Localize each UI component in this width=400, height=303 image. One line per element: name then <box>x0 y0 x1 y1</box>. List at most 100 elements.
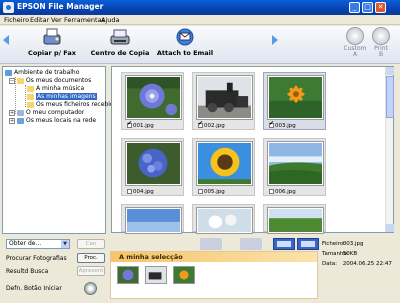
selection-thumb-003[interactable] <box>173 266 195 284</box>
tree-item-my-music[interactable]: A minha música <box>27 85 84 93</box>
file-size-value: 50KB <box>342 251 358 257</box>
selection-thumb-001[interactable] <box>117 266 139 284</box>
file-info: Ficheiro: 003.jpg Tamanho: 50KB Data: 20… <box>322 241 392 267</box>
photo-hydrangea <box>125 141 182 186</box>
my-selection-header: A minha selecção <box>111 252 317 262</box>
search-photos-label: Procurar Fotografias <box>6 255 67 262</box>
photo-white-flowers <box>196 207 253 234</box>
start-button-settings-label: Defn. Botão Iniciar <box>6 285 62 292</box>
thumbnail-card[interactable] <box>263 204 326 234</box>
menu-editar[interactable]: Editar <box>30 16 49 24</box>
rotate-icon[interactable] <box>200 238 222 250</box>
pictures-folder-icon <box>27 93 34 100</box>
thumbnail-card[interactable] <box>192 204 255 234</box>
start-button-icon[interactable] <box>84 282 97 295</box>
custom-a-label-2: A <box>352 51 358 58</box>
copy-center-label: Centro de Copia <box>90 49 150 57</box>
menu-ferramentas[interactable]: Ferramentas <box>64 16 105 24</box>
tree-item-my-pictures[interactable]: As minhas imagens <box>27 93 97 101</box>
tree-item-desktop[interactable]: Ambiente de trabalho <box>5 69 79 77</box>
select-checkbox[interactable] <box>198 121 203 128</box>
thumbnail-card[interactable]: 001.jpg <box>121 72 184 130</box>
photo-meadow <box>267 141 324 186</box>
toolbar: Copiar p/ Fax Centro de Copia Attach to … <box>0 26 400 64</box>
slideshow-icon[interactable] <box>297 238 319 250</box>
my-selection-panel[interactable]: A minha selecção <box>110 251 318 299</box>
tree-item-received-files[interactable]: Os meus ficheiros recebidos <box>27 101 121 109</box>
thumbnail-card[interactable]: 005.jpg <box>192 138 255 196</box>
print-b-icon <box>372 27 390 45</box>
expand-icon[interactable]: + <box>9 117 15 124</box>
photo-steam-train <box>196 75 253 120</box>
maximize-button[interactable]: □ <box>362 2 373 13</box>
thumbnail-card[interactable]: 004.jpg <box>121 138 184 196</box>
photo-grass <box>267 207 324 234</box>
thumbnail-scrollbar[interactable] <box>385 67 394 232</box>
tree-item-my-documents[interactable]: − Os meus documentos <box>9 77 91 85</box>
thumbnail-filename: 004.jpg <box>133 189 154 195</box>
scroll-down-icon[interactable] <box>386 224 394 232</box>
thumbnail-grid[interactable]: 001.jpg 002.jpg 003.jpg 004.jpg 005.jpg … <box>111 66 394 234</box>
menu-ajuda[interactable]: Ajuda <box>101 16 119 24</box>
select-checkbox[interactable] <box>269 121 274 128</box>
select-checkbox[interactable] <box>198 189 203 194</box>
collapse-icon[interactable]: − <box>9 77 15 84</box>
app-icon <box>3 2 14 13</box>
thumbnail-filename: 001.jpg <box>133 123 154 129</box>
fax-copy-icon <box>43 28 61 45</box>
copy-center-icon <box>110 29 130 45</box>
search-results-label: Resultd Busca <box>6 268 49 275</box>
select-checkbox[interactable] <box>127 189 132 194</box>
minimize-button[interactable]: _ <box>349 2 360 13</box>
network-icon <box>17 117 24 124</box>
scroll-left-arrow-icon[interactable] <box>3 35 9 45</box>
select-checkbox[interactable] <box>127 121 132 128</box>
display-icon[interactable] <box>273 238 295 250</box>
desktop-icon <box>5 69 12 76</box>
cancel-button[interactable]: Can <box>77 239 105 249</box>
scroll-up-icon[interactable] <box>386 67 394 75</box>
folder-icon <box>27 101 34 108</box>
thumbnail-card[interactable]: 006.jpg <box>263 138 326 196</box>
present-button[interactable]: Apresent <box>77 266 105 276</box>
select-checkbox[interactable] <box>269 189 274 194</box>
selection-thumb-002[interactable] <box>145 266 167 284</box>
menu-ver[interactable]: Ver <box>51 16 62 24</box>
folder-icon <box>17 77 24 84</box>
tree-item-network[interactable]: + Os meus locais na rede <box>9 117 96 125</box>
expand-icon[interactable]: + <box>9 109 15 116</box>
file-name-value: 003.jpg <box>342 241 364 247</box>
close-button[interactable]: ✕ <box>375 2 386 13</box>
computer-icon <box>17 109 24 116</box>
print-b-label-2: B <box>378 51 384 58</box>
photo-morning-glory <box>125 75 182 120</box>
custom-a-button[interactable]: Custom A <box>343 27 367 58</box>
menu-ficheiro[interactable]: Ficheiro <box>4 16 29 24</box>
chevron-down-icon[interactable]: ▼ <box>61 240 69 248</box>
print-b-button[interactable]: Print B <box>369 27 393 58</box>
folder-tree[interactable]: Ambiente de trabalho − Os meus documentos… <box>2 66 121 234</box>
copy-to-fax-button[interactable]: Copiar p/ Fax <box>22 27 82 57</box>
title-bar[interactable]: EPSON File Manager _ □ ✕ <box>0 0 400 15</box>
copy-to-fax-label: Copiar p/ Fax <box>28 49 76 57</box>
file-date-value: 2004.06.25 22:47 <box>342 261 392 267</box>
email-attach-icon <box>176 28 194 46</box>
attach-to-email-button[interactable]: Attach to Email <box>154 27 216 57</box>
thumbnail-filename: 006.jpg <box>275 189 296 195</box>
copy-center-button[interactable]: Centro de Copia <box>90 27 150 57</box>
scroll-thumb[interactable] <box>386 76 394 118</box>
bottom-panel: Obter de... ▼ Can Procurar Fotografias P… <box>0 235 400 303</box>
menu-bar: Ficheiro Editar Ver Ferramentas Ajuda <box>0 15 400 25</box>
music-folder-icon <box>27 85 34 92</box>
thumbnail-card-selected[interactable]: 003.jpg <box>263 72 326 130</box>
thumbnail-filename: 003.jpg <box>275 123 296 129</box>
tree-item-my-computer[interactable]: + O meu computador <box>9 109 84 117</box>
scroll-right-arrow-icon[interactable] <box>272 35 278 45</box>
thumbnail-card[interactable] <box>121 204 184 234</box>
source-dropdown[interactable]: Obter de... ▼ <box>6 239 70 249</box>
home-icon[interactable] <box>240 238 262 250</box>
search-button[interactable]: Proc. <box>77 253 105 263</box>
thumbnail-card[interactable]: 002.jpg <box>192 72 255 130</box>
thumbnail-filename: 002.jpg <box>204 123 225 129</box>
thumbnail-filename: 005.jpg <box>204 189 225 195</box>
